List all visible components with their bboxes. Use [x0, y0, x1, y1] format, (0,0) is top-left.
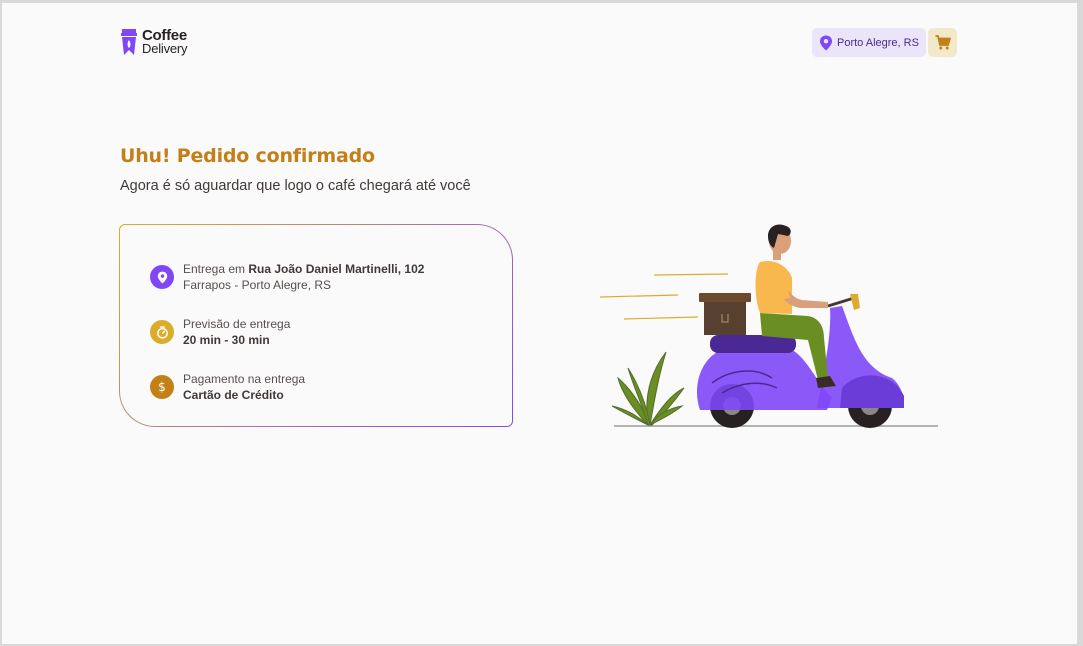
- delivery-address: Rua João Daniel Martinelli, 102: [248, 262, 425, 276]
- delivery-scooter-illustration: [599, 224, 938, 428]
- payment-value: Cartão de Crédito: [183, 388, 284, 402]
- logo[interactable]: Coffee Delivery: [120, 27, 188, 57]
- forecast-value: 20 min - 30 min: [183, 333, 270, 347]
- delivery-forecast-row: Previsão de entrega 20 min - 30 min: [150, 316, 290, 348]
- map-pin-icon: [820, 35, 832, 50]
- payment-label: Pagamento na entrega: [183, 372, 306, 386]
- page: Coffee Delivery Porto Alegre, RS Uhu! Pe…: [2, 3, 1077, 644]
- order-info-card: Entrega em Rua João Daniel Martinelli, 1…: [119, 224, 513, 427]
- coffee-cup-logo-icon: [121, 29, 137, 55]
- payment-method-row: $ Pagamento na entrega Cartão de Crédito: [150, 371, 305, 403]
- delivery-address-row: Entrega em Rua João Daniel Martinelli, 1…: [150, 261, 424, 293]
- map-pin-icon: [150, 265, 174, 289]
- location-button[interactable]: Porto Alegre, RS: [812, 28, 926, 57]
- cart-button[interactable]: [928, 28, 957, 57]
- timer-icon: [150, 320, 174, 344]
- forecast-label: Previsão de entrega: [183, 317, 291, 331]
- delivery-prefix: Entrega em: [183, 262, 249, 276]
- shopping-cart-icon: [935, 35, 951, 50]
- currency-dollar-icon: $: [150, 375, 174, 399]
- logo-subtitle: Delivery: [142, 41, 188, 56]
- page-subtitle: Agora é só aguardar que logo o café cheg…: [120, 178, 471, 194]
- page-title: Uhu! Pedido confirmado: [120, 145, 375, 167]
- location-label: Porto Alegre, RS: [837, 36, 919, 49]
- delivery-district: Farrapos - Porto Alegre, RS: [183, 278, 332, 292]
